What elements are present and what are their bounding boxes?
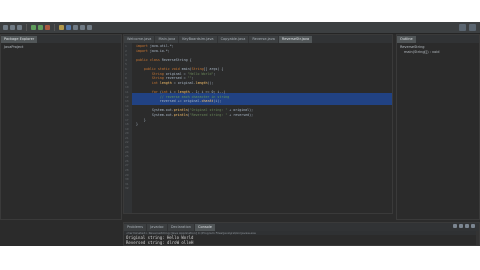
outline-view: Outline ReverseString main(String[]) : v… xyxy=(396,34,480,220)
eclipse-window: Package Explorer JavaProject Welcome.jav… xyxy=(0,22,480,246)
editor-tab[interactable]: Copyable.java xyxy=(217,36,249,43)
console-line: Reversed string: dlroW olleH xyxy=(126,240,194,245)
forward-icon[interactable] xyxy=(87,25,92,30)
new-package-icon[interactable] xyxy=(59,25,64,30)
pin-console-icon[interactable] xyxy=(465,224,469,228)
toolbar-separator xyxy=(26,24,27,31)
line-number: 23 xyxy=(125,145,129,150)
tab-outline[interactable]: Outline xyxy=(397,36,416,43)
tab-javadoc[interactable]: Javadoc xyxy=(147,224,167,231)
minimize-icon[interactable] xyxy=(471,224,475,228)
tab-console[interactable]: Console xyxy=(195,224,215,231)
console-view: Problems Javadoc Declaration Console <te… xyxy=(123,222,480,246)
console-toolbar xyxy=(453,224,475,228)
java-perspective-icon[interactable] xyxy=(459,24,466,31)
editor-tab[interactable]: Main.java xyxy=(155,36,179,43)
code-line: } xyxy=(132,122,138,127)
line-number: 28 xyxy=(125,168,129,173)
line-number: 18 xyxy=(125,122,129,127)
clear-console-icon[interactable] xyxy=(459,224,463,228)
outline-tree: ReverseString main(String[]) : void xyxy=(400,45,439,55)
project-tree: JavaProject xyxy=(4,45,23,50)
editor-tab[interactable]: Reverse.java xyxy=(249,36,278,43)
debug-perspective-icon[interactable] xyxy=(469,24,476,31)
back-icon[interactable] xyxy=(80,25,85,30)
tree-item-project[interactable]: JavaProject xyxy=(4,45,23,50)
perspective-switcher xyxy=(459,24,476,31)
console-scrollbar[interactable] xyxy=(476,231,479,245)
new-class-icon[interactable] xyxy=(66,25,71,30)
package-explorer: Package Explorer JavaProject xyxy=(0,34,122,220)
main-toolbar xyxy=(0,22,480,34)
print-icon[interactable] xyxy=(17,25,22,30)
search-icon[interactable] xyxy=(73,25,78,30)
code-editor[interactable]: Welcome.java Main.java KeyBoardsim.java … xyxy=(123,34,393,214)
line-number: 16 xyxy=(125,112,129,117)
tab-package-explorer[interactable]: Package Explorer xyxy=(1,36,38,43)
console-output[interactable]: Original string: Hello World Reversed st… xyxy=(126,235,193,245)
editor-tab[interactable]: KeyBoardsim.java xyxy=(179,36,217,43)
tab-declaration[interactable]: Declaration xyxy=(167,224,195,231)
tab-problems[interactable]: Problems xyxy=(124,224,147,231)
code-lines[interactable]: import java.util.*; import java.io.*; pu… xyxy=(132,44,390,213)
editor-tab-active[interactable]: ReverseStr.java xyxy=(278,36,313,43)
run-icon[interactable] xyxy=(38,25,43,30)
new-file-icon[interactable] xyxy=(3,25,8,30)
line-number: 32 xyxy=(125,186,129,191)
toolbar-separator xyxy=(54,24,55,31)
stop-icon[interactable] xyxy=(45,25,50,30)
editor-tabbar: Welcome.java Main.java KeyBoardsim.java … xyxy=(124,35,392,43)
outline-item-method[interactable]: main(String[]) : void xyxy=(400,50,439,55)
console-tabbar: Problems Javadoc Declaration Console xyxy=(124,223,479,231)
terminate-icon[interactable] xyxy=(453,224,457,228)
editor-tab[interactable]: Welcome.java xyxy=(124,36,155,43)
explorer-tabbar: Package Explorer xyxy=(1,35,121,43)
outline-tabbar: Outline xyxy=(397,35,479,43)
debug-icon[interactable] xyxy=(31,25,36,30)
line-numbers: 1 2 3 4 5 6 7 8 9 10 11 12 13 14 15 16 17 18 19 20 21 22 23 24 2… xyxy=(125,44,129,191)
screenshot-frame: Package Explorer JavaProject Welcome.jav… xyxy=(0,0,480,270)
line-number: 11 xyxy=(125,89,129,94)
save-icon[interactable] xyxy=(10,25,15,30)
